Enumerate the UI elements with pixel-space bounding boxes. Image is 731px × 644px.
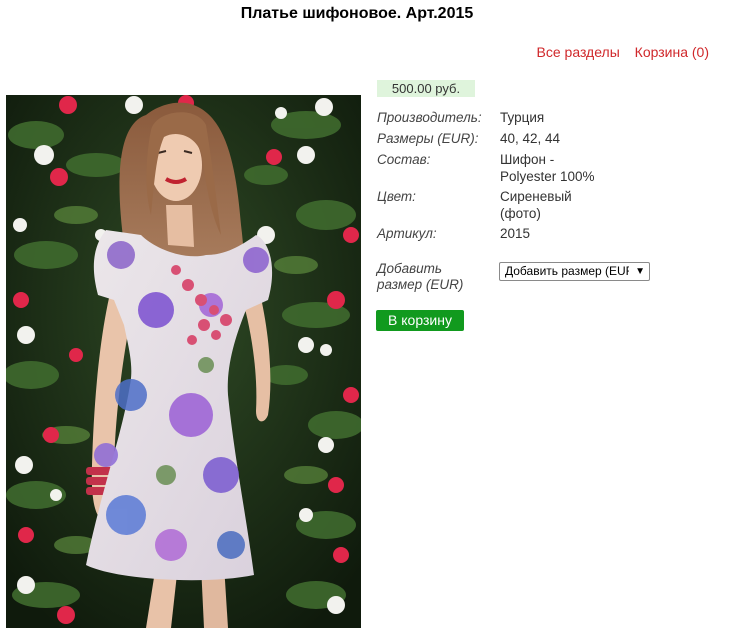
- add-size-label-1: Добавить: [377, 261, 443, 276]
- cart-link[interactable]: Корзина (0): [635, 44, 709, 60]
- add-size-label-2: размер (EUR): [377, 277, 464, 292]
- size-select[interactable]: Добавить размер (EUR) ▼: [499, 262, 650, 281]
- add-to-cart-button[interactable]: В корзину: [376, 310, 464, 331]
- sizes-label: Размеры (EUR):: [377, 131, 479, 146]
- composition-label: Состав:: [377, 152, 431, 167]
- article-value: 2015: [500, 226, 531, 241]
- sizes-value: 40, 42, 44: [500, 131, 561, 146]
- size-select-value: Добавить размер (EUR): [505, 264, 629, 278]
- top-nav: Все разделы Корзина (0): [526, 44, 709, 60]
- color-label: Цвет:: [377, 189, 416, 204]
- article-label: Артикул:: [377, 226, 437, 241]
- dropdown-arrow-icon: ▼: [635, 266, 645, 277]
- maker-label: Производитель:: [377, 110, 482, 125]
- color-value-1: Сиреневый: [500, 189, 572, 204]
- color-value-2: (фото): [500, 206, 541, 221]
- all-sections-link[interactable]: Все разделы: [537, 44, 620, 60]
- dress-photo-illustration: [6, 95, 361, 628]
- composition-value-2: Polyester 100%: [500, 169, 595, 184]
- price-badge: 500.00 руб.: [377, 80, 475, 97]
- composition-value-1: Шифон -: [500, 152, 555, 167]
- page-title: Платье шифоновое. Арт.2015: [240, 5, 474, 22]
- product-photo[interactable]: [6, 95, 361, 628]
- maker-value: Турция: [500, 110, 545, 125]
